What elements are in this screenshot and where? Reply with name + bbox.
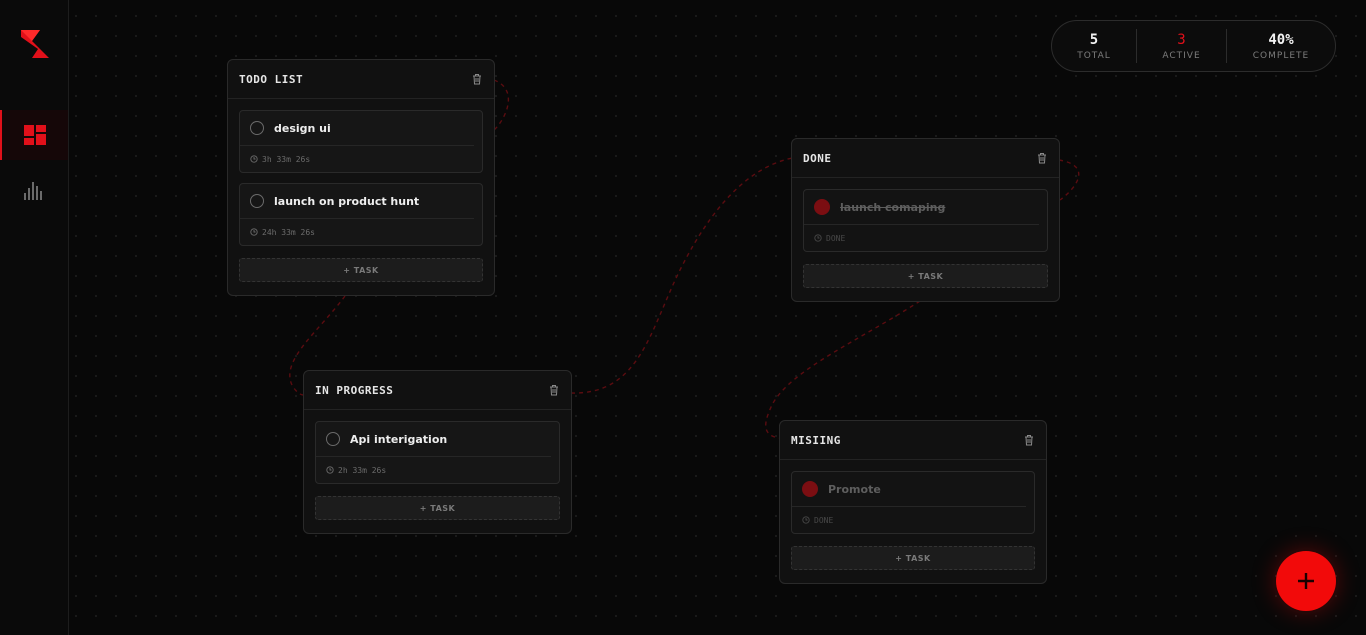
connection-lines	[289, 79, 1080, 439]
task-checkbox[interactable]	[326, 432, 340, 446]
task-name: launch on product hunt	[274, 194, 420, 208]
card-title: TODO LIST	[239, 72, 304, 86]
task-time: 24h 33m 26s	[262, 227, 315, 237]
stats-summary: 5 TOTAL 3 ACTIVE 40% COMPLETE	[1051, 20, 1336, 72]
task-item[interactable]: Promote DONE	[791, 471, 1035, 534]
clock-icon	[814, 234, 822, 242]
card-header[interactable]: IN PROGRESS	[304, 371, 571, 410]
task-time: 2h 33m 26s	[338, 465, 387, 475]
stat-complete-label: COMPLETE	[1252, 50, 1310, 61]
stat-complete: 40% COMPLETE	[1227, 21, 1335, 71]
list-card-in-progress[interactable]: IN PROGRESS Api interigation 2h 33m 26s …	[303, 370, 572, 534]
list-card-done[interactable]: DONE launch comaping DONE + TASK	[791, 138, 1060, 302]
add-task-button[interactable]: + TASK	[315, 496, 560, 520]
stat-total-label: TOTAL	[1077, 50, 1111, 61]
task-item[interactable]: launch on product hunt 24h 33m 26s	[239, 183, 483, 246]
add-task-button[interactable]: + TASK	[239, 258, 483, 282]
task-name: Api interigation	[350, 432, 448, 446]
add-task-button[interactable]: + TASK	[791, 546, 1035, 570]
card-title: DONE	[803, 151, 832, 165]
task-status: DONE	[826, 233, 846, 243]
trash-icon[interactable]	[471, 73, 483, 85]
task-time: 3h 33m 26s	[262, 154, 311, 164]
task-item[interactable]: Api interigation 2h 33m 26s	[315, 421, 560, 484]
clock-icon	[250, 228, 258, 236]
stat-complete-value: 40%	[1268, 31, 1294, 48]
stat-active-value: 3	[1177, 31, 1186, 48]
add-task-button[interactable]: + TASK	[803, 264, 1048, 288]
link-inprogress-done	[570, 157, 793, 394]
task-item[interactable]: design ui 3h 33m 26s	[239, 110, 483, 173]
stat-total-value: 5	[1089, 31, 1099, 48]
task-status: DONE	[814, 515, 834, 525]
clock-icon	[250, 155, 258, 163]
task-checkbox[interactable]	[250, 121, 264, 135]
card-header[interactable]: DONE	[792, 139, 1059, 178]
card-header[interactable]: TODO LIST	[228, 60, 494, 99]
task-item[interactable]: launch comaping DONE	[803, 189, 1048, 252]
task-checkbox[interactable]	[250, 194, 264, 208]
task-checkbox-checked[interactable]	[814, 199, 830, 215]
plus-icon	[1296, 571, 1316, 591]
trash-icon[interactable]	[1023, 434, 1035, 446]
clock-icon	[326, 466, 334, 474]
card-title: IN PROGRESS	[315, 383, 394, 397]
clock-icon	[802, 516, 810, 524]
stat-total: 5 TOTAL	[1052, 21, 1136, 71]
task-name: launch comaping	[840, 200, 946, 214]
list-card-todo[interactable]: TODO LIST design ui 3h 33m 26s launch on…	[227, 59, 495, 296]
card-title: MISIING	[791, 433, 841, 447]
trash-icon[interactable]	[548, 384, 560, 396]
stat-active: 3 ACTIVE	[1137, 21, 1226, 71]
list-card-missing[interactable]: MISIING Promote DONE + TASK	[779, 420, 1047, 584]
trash-icon[interactable]	[1036, 152, 1048, 164]
task-name: design ui	[274, 121, 331, 135]
card-header[interactable]: MISIING	[780, 421, 1046, 460]
task-checkbox-checked[interactable]	[802, 481, 818, 497]
add-list-button[interactable]	[1276, 551, 1336, 611]
stat-active-label: ACTIVE	[1162, 50, 1201, 61]
task-name: Promote	[828, 482, 881, 496]
